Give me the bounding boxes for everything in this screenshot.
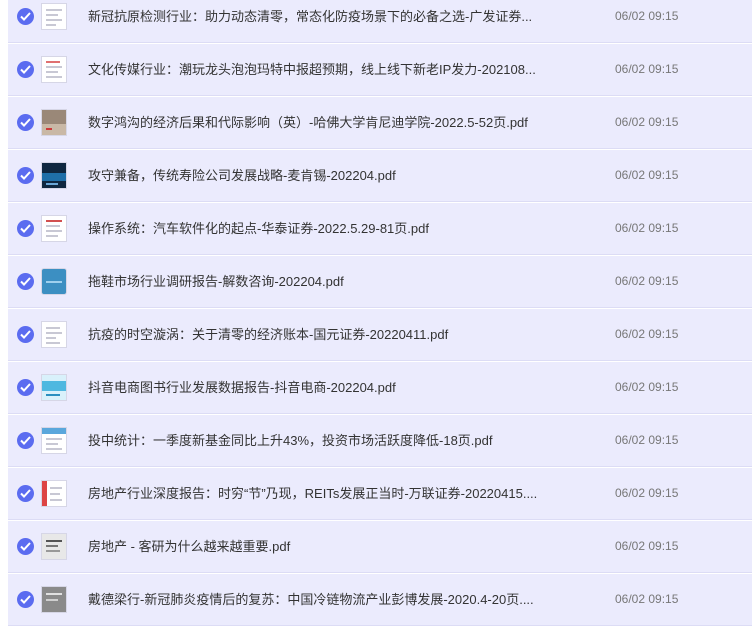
checked-icon[interactable]	[17, 167, 34, 184]
file-name[interactable]: 投中统计：一季度新基金同比上升43%，投资市场活跃度降低-18页.pdf	[88, 432, 588, 449]
file-row[interactable]: 攻守兼备，传统寿险公司发展战略-麦肯锡-202204.pdf 06/02 09:…	[8, 150, 752, 202]
file-row[interactable]: 文化传媒行业：潮玩龙头泡泡玛特中报超预期，线上线下新老IP发力-202108..…	[8, 44, 752, 96]
file-name[interactable]: 操作系统：汽车软件化的起点-华泰证券-2022.5.29-81页.pdf	[88, 220, 588, 237]
checked-icon[interactable]	[17, 220, 34, 237]
file-row[interactable]: 抖音电商图书行业发展数据报告-抖音电商-202204.pdf 06/02 09:…	[8, 362, 752, 414]
file-time: 06/02 09:15	[615, 592, 679, 606]
file-row[interactable]: 房地产行业深度报告：时穷“节”乃现，REITs发展正当时-万联证券-202204…	[8, 468, 752, 520]
checked-icon[interactable]	[17, 538, 34, 555]
checked-icon[interactable]	[17, 273, 34, 290]
file-time: 06/02 09:15	[615, 380, 679, 394]
file-name[interactable]: 抗疫的时空漩涡：关于清零的经济账本-国元证券-20220411.pdf	[88, 326, 588, 343]
file-name[interactable]: 戴德梁行-新冠肺炎疫情后的复苏：中国冷链物流产业彭博发展-2020.4-20页.…	[88, 591, 588, 608]
file-name[interactable]: 数字鸿沟的经济后果和代际影响（英）-哈佛大学肯尼迪学院-2022.5-52页.p…	[88, 114, 588, 131]
checked-icon[interactable]	[17, 8, 34, 25]
file-time: 06/02 09:15	[615, 62, 679, 76]
file-time: 06/02 09:15	[615, 327, 679, 341]
file-time: 06/02 09:15	[615, 539, 679, 553]
document-thumbnail-icon	[41, 3, 67, 30]
file-row[interactable]: 操作系统：汽车软件化的起点-华泰证券-2022.5.29-81页.pdf 06/…	[8, 203, 752, 255]
file-name[interactable]: 攻守兼备，传统寿险公司发展战略-麦肯锡-202204.pdf	[88, 167, 588, 184]
file-name[interactable]: 房地产行业深度报告：时穷“节”乃现，REITs发展正当时-万联证券-202204…	[88, 485, 588, 502]
file-time: 06/02 09:15	[615, 486, 679, 500]
file-name[interactable]: 抖音电商图书行业发展数据报告-抖音电商-202204.pdf	[88, 379, 588, 396]
file-name[interactable]: 文化传媒行业：潮玩龙头泡泡玛特中报超预期，线上线下新老IP发力-202108..…	[88, 61, 588, 78]
document-thumbnail-icon	[41, 109, 67, 136]
checked-icon[interactable]	[17, 432, 34, 449]
checked-icon[interactable]	[17, 326, 34, 343]
document-thumbnail-icon	[41, 215, 67, 242]
file-time: 06/02 09:15	[615, 9, 679, 23]
checked-icon[interactable]	[17, 485, 34, 502]
document-thumbnail-icon	[41, 56, 67, 83]
file-time: 06/02 09:15	[615, 433, 679, 447]
document-thumbnail-icon	[41, 162, 67, 189]
document-thumbnail-icon	[41, 374, 67, 401]
file-row[interactable]: 数字鸿沟的经济后果和代际影响（英）-哈佛大学肯尼迪学院-2022.5-52页.p…	[8, 97, 752, 149]
checked-icon[interactable]	[17, 591, 34, 608]
file-row[interactable]: 投中统计：一季度新基金同比上升43%，投资市场活跃度降低-18页.pdf 06/…	[8, 415, 752, 467]
document-thumbnail-icon	[41, 268, 67, 295]
document-thumbnail-icon	[41, 427, 67, 454]
file-time: 06/02 09:15	[615, 274, 679, 288]
file-row[interactable]: 房地产 - 客研为什么越来越重要.pdf 06/02 09:15	[8, 521, 752, 573]
file-row[interactable]: 戴德梁行-新冠肺炎疫情后的复苏：中国冷链物流产业彭博发展-2020.4-20页.…	[8, 574, 752, 626]
checked-icon[interactable]	[17, 379, 34, 396]
document-thumbnail-icon	[41, 321, 67, 348]
file-name[interactable]: 房地产 - 客研为什么越来越重要.pdf	[88, 538, 588, 555]
file-row[interactable]: 新冠抗原检测行业：助力动态清零，常态化防疫场景下的必备之选-广发证券... 06…	[8, 0, 752, 43]
file-row[interactable]: 抗疫的时空漩涡：关于清零的经济账本-国元证券-20220411.pdf 06/0…	[8, 309, 752, 361]
file-time: 06/02 09:15	[615, 168, 679, 182]
checked-icon[interactable]	[17, 114, 34, 131]
file-row[interactable]: 拖鞋市场行业调研报告-解数咨询-202204.pdf 06/02 09:15	[8, 256, 752, 308]
document-thumbnail-icon	[41, 586, 67, 613]
file-time: 06/02 09:15	[615, 115, 679, 129]
document-thumbnail-icon	[41, 480, 67, 507]
file-name[interactable]: 拖鞋市场行业调研报告-解数咨询-202204.pdf	[88, 273, 588, 290]
file-list: 新冠抗原检测行业：助力动态清零，常态化防疫场景下的必备之选-广发证券... 06…	[0, 0, 752, 627]
file-name[interactable]: 新冠抗原检测行业：助力动态清零，常态化防疫场景下的必备之选-广发证券...	[88, 8, 588, 25]
file-time: 06/02 09:15	[615, 221, 679, 235]
checked-icon[interactable]	[17, 61, 34, 78]
document-thumbnail-icon	[41, 533, 67, 560]
